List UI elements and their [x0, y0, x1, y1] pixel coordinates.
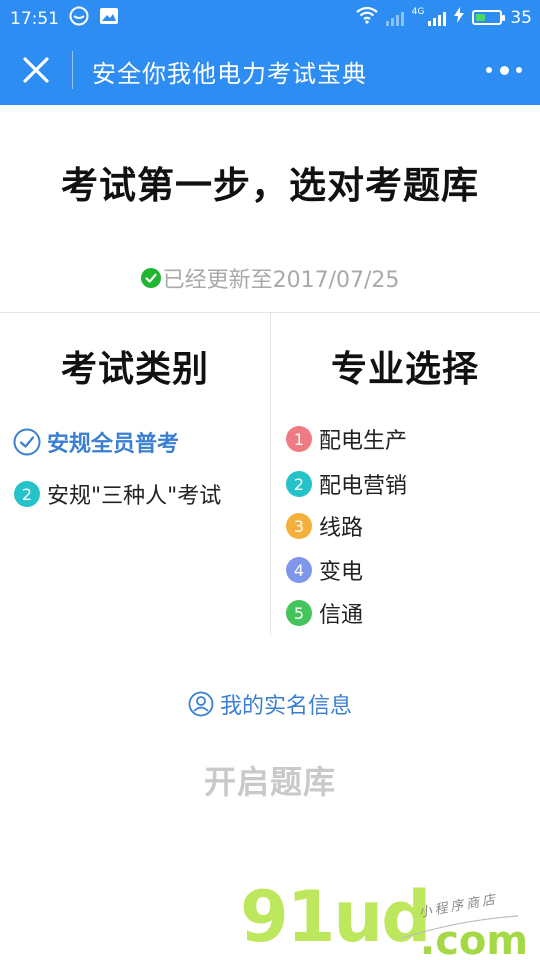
specialty-item-5[interactable]: 5 信通	[286, 597, 363, 629]
more-dot-icon	[499, 65, 509, 75]
more-options-button[interactable]	[486, 56, 522, 84]
exam-category-title: 考试类别	[60, 349, 209, 390]
number-badge: 5	[286, 600, 312, 626]
status-right: 4G 35	[355, 6, 532, 29]
specialty-label: 配电生产	[319, 429, 408, 454]
exam-category-item-1[interactable]: 安规全员普考	[13, 426, 179, 458]
number-badge: 3	[286, 513, 312, 539]
more-dot-icon	[516, 67, 522, 73]
specialty-label: 配电营销	[319, 474, 408, 499]
update-status: 已经更新至2017/07/25	[0, 262, 540, 294]
nav-bar: 安全你我他电力考试宝典	[0, 34, 540, 105]
realname-label: 我的实名信息	[219, 694, 352, 719]
realname-info-link[interactable]: 我的实名信息	[0, 688, 540, 720]
image-notification-icon	[99, 7, 119, 30]
messenger-icon	[69, 6, 89, 31]
specialty-item-4[interactable]: 4 变电	[286, 554, 363, 586]
user-icon	[188, 691, 214, 717]
exam-category-label: 安规"三种人"考试	[47, 484, 222, 509]
page-title: 安全你我他电力考试宝典	[92, 60, 367, 88]
number-badge: 1	[286, 426, 312, 452]
checked-circle-icon	[13, 428, 41, 456]
exam-category-item-2[interactable]: 2 安规"三种人"考试	[14, 478, 221, 510]
number-badge: 2	[286, 471, 312, 497]
specialty-item-3[interactable]: 3 线路	[286, 510, 363, 542]
headline: 考试第一步，选对考题库	[61, 164, 479, 207]
specialty-label: 变电	[319, 560, 364, 585]
nav-divider	[72, 51, 73, 89]
number-badge: 4	[286, 557, 312, 583]
page: 17:51 4G 35 安全你我他电力考试宝典 考试第一步，选对考题库 已经更新…	[0, 0, 540, 960]
check-circle-icon	[140, 268, 161, 288]
battery-icon	[472, 10, 506, 25]
specialty-title: 专业选择	[330, 349, 479, 390]
battery-fill	[476, 14, 486, 21]
status-left: 17:51	[10, 6, 119, 31]
watermark-suffix: .com	[420, 918, 529, 960]
number-badge: 2	[14, 481, 40, 507]
close-icon	[23, 57, 49, 83]
start-question-bank-button[interactable]: 开启题库	[170, 757, 370, 803]
more-dot-icon	[486, 67, 492, 73]
specialty-label: 信通	[319, 603, 364, 628]
specialty-label: 线路	[319, 516, 364, 541]
status-bar: 17:51 4G 35	[0, 0, 540, 34]
close-button[interactable]	[18, 52, 54, 88]
status-time: 17:51	[10, 8, 59, 29]
battery-level: 35	[510, 7, 532, 28]
signal-strength-icon-2	[428, 10, 447, 26]
wifi-icon	[355, 6, 378, 29]
network-type-label: 4G	[411, 6, 425, 17]
update-text: 已经更新至2017/07/25	[162, 268, 400, 293]
specialty-item-1[interactable]: 1 配电生产	[286, 423, 407, 455]
exam-category-label: 安规全员普考	[47, 432, 180, 457]
signal-strength-icon	[385, 10, 404, 26]
charging-icon	[454, 7, 465, 28]
specialty-item-2[interactable]: 2 配电营销	[286, 468, 407, 500]
